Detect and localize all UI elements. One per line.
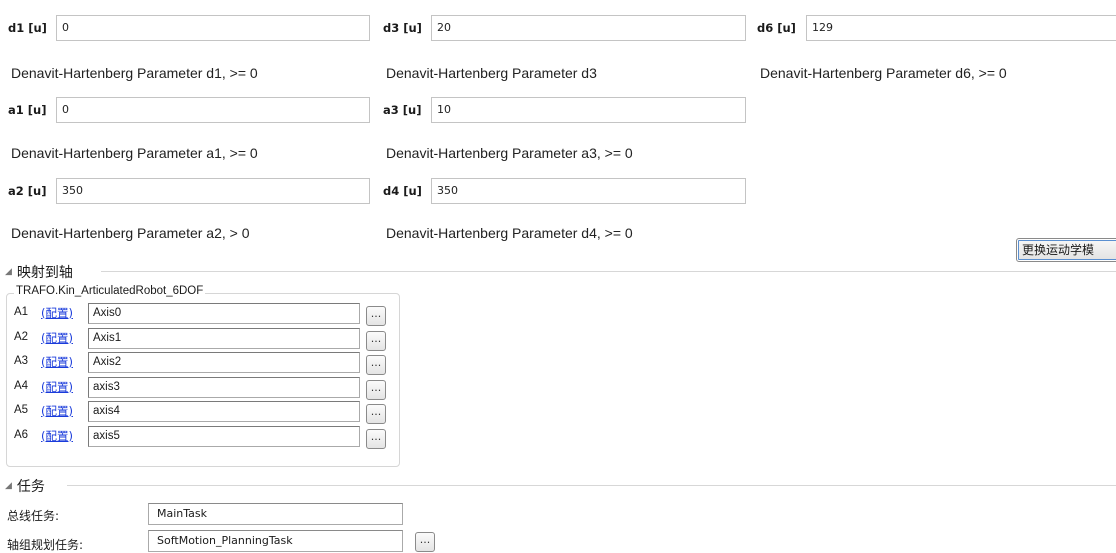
param-desc-a1: Denavit-Hartenberg Parameter a1, >= 0 [11, 145, 258, 161]
axis-name: A6 [14, 429, 29, 441]
param-input-a1[interactable]: 0 [56, 97, 370, 123]
axis-browse-button[interactable]: ... [366, 355, 386, 375]
axis-input[interactable]: Axis2 [88, 352, 360, 373]
axis-browse-button[interactable]: ... [366, 429, 386, 449]
axis-input[interactable]: axis4 [88, 401, 360, 422]
axis-name: A2 [14, 331, 29, 343]
axis-config-link[interactable]: (配置) [41, 305, 73, 321]
axis-input[interactable]: axis5 [88, 426, 360, 447]
param-input-d3[interactable]: 20 [431, 15, 746, 41]
collapse-triangle-icon: ◢ [5, 267, 12, 277]
axis-name: A1 [14, 306, 29, 318]
axis-group-title: TRAFO.Kin_ArticulatedRobot_6DOF [14, 285, 206, 297]
param-input-a2[interactable]: 350 [56, 178, 370, 204]
param-desc-a3: Denavit-Hartenberg Parameter a3, >= 0 [386, 145, 633, 161]
collapse-triangle-icon: ◢ [5, 481, 12, 491]
param-input-d6[interactable]: 129 [806, 15, 1116, 41]
param-desc-d1: Denavit-Hartenberg Parameter d1, >= 0 [11, 65, 258, 81]
change-kinematics-button[interactable]: 更换运动学模 [1016, 238, 1116, 262]
axis-name: A4 [14, 380, 29, 392]
axis-name: A3 [14, 355, 29, 367]
axis-input[interactable]: Axis0 [88, 303, 360, 324]
axis-config-link[interactable]: (配置) [41, 379, 73, 395]
axis-config-link[interactable]: (配置) [41, 354, 73, 370]
mapping-section-title: 映射到轴 [16, 265, 73, 281]
param-desc-a2: Denavit-Hartenberg Parameter a2, > 0 [11, 225, 250, 241]
param-label-a1: a1 [u] [8, 103, 47, 117]
param-label-d3: d3 [u] [383, 21, 422, 35]
param-label-a3: a3 [u] [383, 103, 422, 117]
section-divider [101, 271, 1116, 272]
axis-browse-button[interactable]: ... [366, 404, 386, 424]
axis-config-link[interactable]: (配置) [41, 403, 73, 419]
axis-browse-button[interactable]: ... [366, 306, 386, 326]
mapping-section-header[interactable]: ◢ 映射到轴 [5, 262, 73, 282]
planning-task-input[interactable]: SoftMotion_PlanningTask [148, 530, 403, 552]
axis-browse-button[interactable]: ... [366, 380, 386, 400]
axis-input[interactable]: Axis1 [88, 328, 360, 349]
param-label-d6: d6 [u] [757, 21, 796, 35]
param-input-d1[interactable]: 0 [56, 15, 370, 41]
param-desc-d3: Denavit-Hartenberg Parameter d3 [386, 65, 597, 81]
param-input-a3[interactable]: 10 [431, 97, 746, 123]
param-input-d4[interactable]: 350 [431, 178, 746, 204]
section-divider [67, 485, 1116, 486]
axis-browse-button[interactable]: ... [366, 331, 386, 351]
param-label-d1: d1 [u] [8, 21, 47, 35]
axis-config-link[interactable]: (配置) [41, 330, 73, 346]
tasks-section-title: 任务 [16, 479, 45, 495]
param-desc-d6: Denavit-Hartenberg Parameter d6, >= 0 [760, 65, 1007, 81]
bus-task-input[interactable]: MainTask [148, 503, 403, 525]
axis-input[interactable]: axis3 [88, 377, 360, 398]
planning-task-label: 轴组规划任务: [7, 538, 84, 552]
planning-task-browse-button[interactable]: ... [415, 532, 435, 552]
param-label-a2: a2 [u] [8, 184, 47, 198]
axis-config-link[interactable]: (配置) [41, 428, 73, 444]
bus-task-label: 总线任务: [7, 509, 60, 523]
axis-name: A5 [14, 404, 29, 416]
param-desc-d4: Denavit-Hartenberg Parameter d4, >= 0 [386, 225, 633, 241]
tasks-section-header[interactable]: ◢ 任务 [5, 476, 45, 496]
param-label-d4: d4 [u] [383, 184, 422, 198]
